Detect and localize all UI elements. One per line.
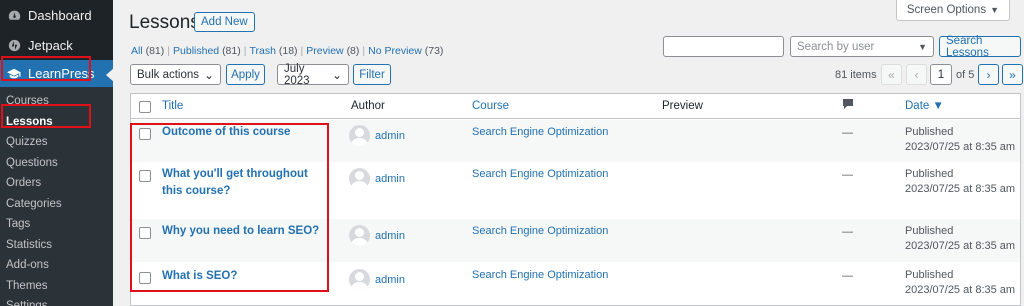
preview-value: — bbox=[842, 127, 853, 139]
chevron-down-icon: ⌄ bbox=[203, 67, 214, 82]
search-lessons-button[interactable]: Search Lessons bbox=[939, 35, 1021, 59]
submenu-questions[interactable]: Questions bbox=[0, 153, 113, 174]
view-separator: | bbox=[243, 45, 247, 57]
graduation-cap-icon bbox=[6, 66, 22, 82]
author-link[interactable]: admin bbox=[375, 274, 405, 286]
menu-learnpress[interactable]: LearnPress bbox=[0, 60, 114, 87]
row-checkbox[interactable] bbox=[139, 272, 151, 284]
row-checkbox[interactable] bbox=[139, 170, 151, 182]
view-separator: | bbox=[362, 45, 366, 57]
lesson-title-link[interactable]: What is SEO? bbox=[162, 268, 322, 285]
row-checkbox[interactable] bbox=[139, 128, 151, 140]
menu-label: Dashboard bbox=[28, 7, 92, 23]
submenu-add-ons[interactable]: Add-ons bbox=[0, 255, 113, 276]
view-no-preview[interactable]: No Preview (73) bbox=[368, 45, 443, 57]
last-page-button[interactable]: » bbox=[1002, 64, 1023, 85]
search-by-user-placeholder: Search by user bbox=[797, 40, 875, 53]
date-filter-select[interactable]: July 2023 ⌄ bbox=[277, 62, 349, 87]
table-row: What you'll get throughout this course? … bbox=[131, 162, 1020, 219]
add-new-button[interactable]: Add New bbox=[194, 12, 255, 32]
admin-sidebar: Dashboard Jetpack LearnPress Courses Les… bbox=[0, 0, 114, 306]
menu-dashboard[interactable]: Dashboard bbox=[0, 0, 113, 30]
view-separator: | bbox=[300, 45, 304, 57]
view-preview[interactable]: Preview (8) bbox=[306, 45, 359, 57]
main-content: Lessons Add New Screen Options ▼ All (81… bbox=[113, 0, 1024, 306]
author-link[interactable]: admin bbox=[375, 230, 405, 242]
comment-icon bbox=[842, 98, 854, 113]
menu-jetpack[interactable]: Jetpack bbox=[0, 30, 113, 60]
apply-button[interactable]: Apply bbox=[226, 64, 265, 85]
submenu-courses[interactable]: Courses bbox=[0, 91, 113, 112]
lessons-table: Title Author Course Preview Date ▼ Outco… bbox=[130, 93, 1021, 306]
preview-value: — bbox=[842, 169, 853, 181]
submenu-tags[interactable]: Tags bbox=[0, 214, 113, 235]
lesson-title-link[interactable]: Outcome of this course bbox=[162, 124, 322, 141]
current-page-input[interactable]: 1 bbox=[930, 64, 952, 85]
course-link[interactable]: Search Engine Optimization bbox=[472, 225, 608, 237]
preview-value: — bbox=[842, 226, 853, 238]
column-title[interactable]: Title bbox=[162, 100, 183, 112]
column-course[interactable]: Course bbox=[472, 100, 509, 112]
date-filter-label: July 2023 bbox=[284, 62, 310, 87]
search-input[interactable] bbox=[663, 36, 784, 57]
bulk-actions-label: Bulk actions bbox=[137, 68, 200, 81]
screen-options-label: Screen Options bbox=[906, 3, 987, 16]
total-pages: of 5 bbox=[956, 69, 975, 81]
column-author: Author bbox=[351, 100, 385, 112]
table-row: Why you need to learn SEO? admin Search … bbox=[131, 219, 1020, 262]
lesson-title-link[interactable]: Why you need to learn SEO? bbox=[162, 223, 362, 240]
course-link[interactable]: Search Engine Optimization bbox=[472, 126, 608, 138]
view-trash[interactable]: Trash (18) bbox=[249, 45, 297, 57]
bulk-actions-select[interactable]: Bulk actions ⌄ bbox=[130, 64, 221, 85]
screen-options-button[interactable]: Screen Options ▼ bbox=[895, 0, 1010, 21]
date-cell: Published 2023/07/25 at 8:35 am bbox=[905, 225, 1016, 252]
menu-label: Jetpack bbox=[28, 37, 73, 53]
menu-label: LearnPress bbox=[28, 66, 95, 81]
select-all-checkbox[interactable] bbox=[139, 101, 151, 113]
submenu-statistics[interactable]: Statistics bbox=[0, 235, 113, 256]
avatar bbox=[349, 269, 370, 290]
column-preview: Preview bbox=[662, 100, 703, 112]
submenu-lessons[interactable]: Lessons bbox=[0, 112, 113, 133]
submenu-orders[interactable]: Orders bbox=[0, 173, 113, 194]
filter-button[interactable]: Filter bbox=[353, 64, 391, 85]
avatar bbox=[349, 168, 370, 189]
submenu-settings[interactable]: Settings bbox=[0, 296, 113, 306]
date-cell: Published 2023/07/25 at 8:35 am bbox=[905, 126, 1016, 153]
course-link[interactable]: Search Engine Optimization bbox=[472, 269, 608, 281]
view-filters: All (81) | Published (81) | Trash (18) |… bbox=[131, 45, 443, 57]
submenu-themes[interactable]: Themes bbox=[0, 276, 113, 297]
course-link[interactable]: Search Engine Optimization bbox=[472, 168, 608, 180]
prev-page-button[interactable]: ‹ bbox=[906, 64, 927, 85]
avatar bbox=[349, 225, 370, 246]
learnpress-submenu: Courses Lessons Quizzes Questions Orders… bbox=[0, 87, 113, 306]
column-date[interactable]: Date ▼ bbox=[905, 100, 944, 112]
next-page-button[interactable]: › bbox=[978, 64, 999, 85]
date-cell: Published 2023/07/25 at 8:35 am bbox=[905, 269, 1016, 296]
table-row: What is SEO? admin Search Engine Optimiz… bbox=[131, 262, 1020, 306]
caret-down-icon: ▼ bbox=[918, 41, 927, 52]
dashboard-icon bbox=[6, 7, 22, 23]
view-separator: | bbox=[167, 45, 171, 57]
caret-down-icon: ▼ bbox=[990, 4, 999, 15]
submenu-categories[interactable]: Categories bbox=[0, 194, 113, 215]
table-row: Outcome of this course admin Search Engi… bbox=[131, 120, 1020, 162]
first-page-button[interactable]: « bbox=[881, 64, 902, 85]
items-count: 81 items bbox=[835, 69, 877, 81]
view-published[interactable]: Published (81) bbox=[173, 45, 241, 57]
lesson-title-link[interactable]: What you'll get throughout this course? bbox=[162, 166, 322, 200]
preview-value: — bbox=[842, 270, 853, 282]
chevron-down-icon: ⌄ bbox=[331, 67, 342, 82]
search-by-user-select[interactable]: Search by user ▼ bbox=[790, 36, 934, 57]
page-title: Lessons bbox=[129, 12, 200, 33]
date-cell: Published 2023/07/25 at 8:35 am bbox=[905, 168, 1016, 195]
author-link[interactable]: admin bbox=[375, 173, 405, 185]
author-link[interactable]: admin bbox=[375, 130, 405, 142]
row-checkbox[interactable] bbox=[139, 227, 151, 239]
avatar bbox=[349, 125, 370, 146]
submenu-quizzes[interactable]: Quizzes bbox=[0, 132, 113, 153]
table-header: Title Author Course Preview Date ▼ bbox=[131, 94, 1020, 119]
jetpack-icon bbox=[6, 37, 22, 53]
view-all[interactable]: All (81) bbox=[131, 45, 164, 57]
